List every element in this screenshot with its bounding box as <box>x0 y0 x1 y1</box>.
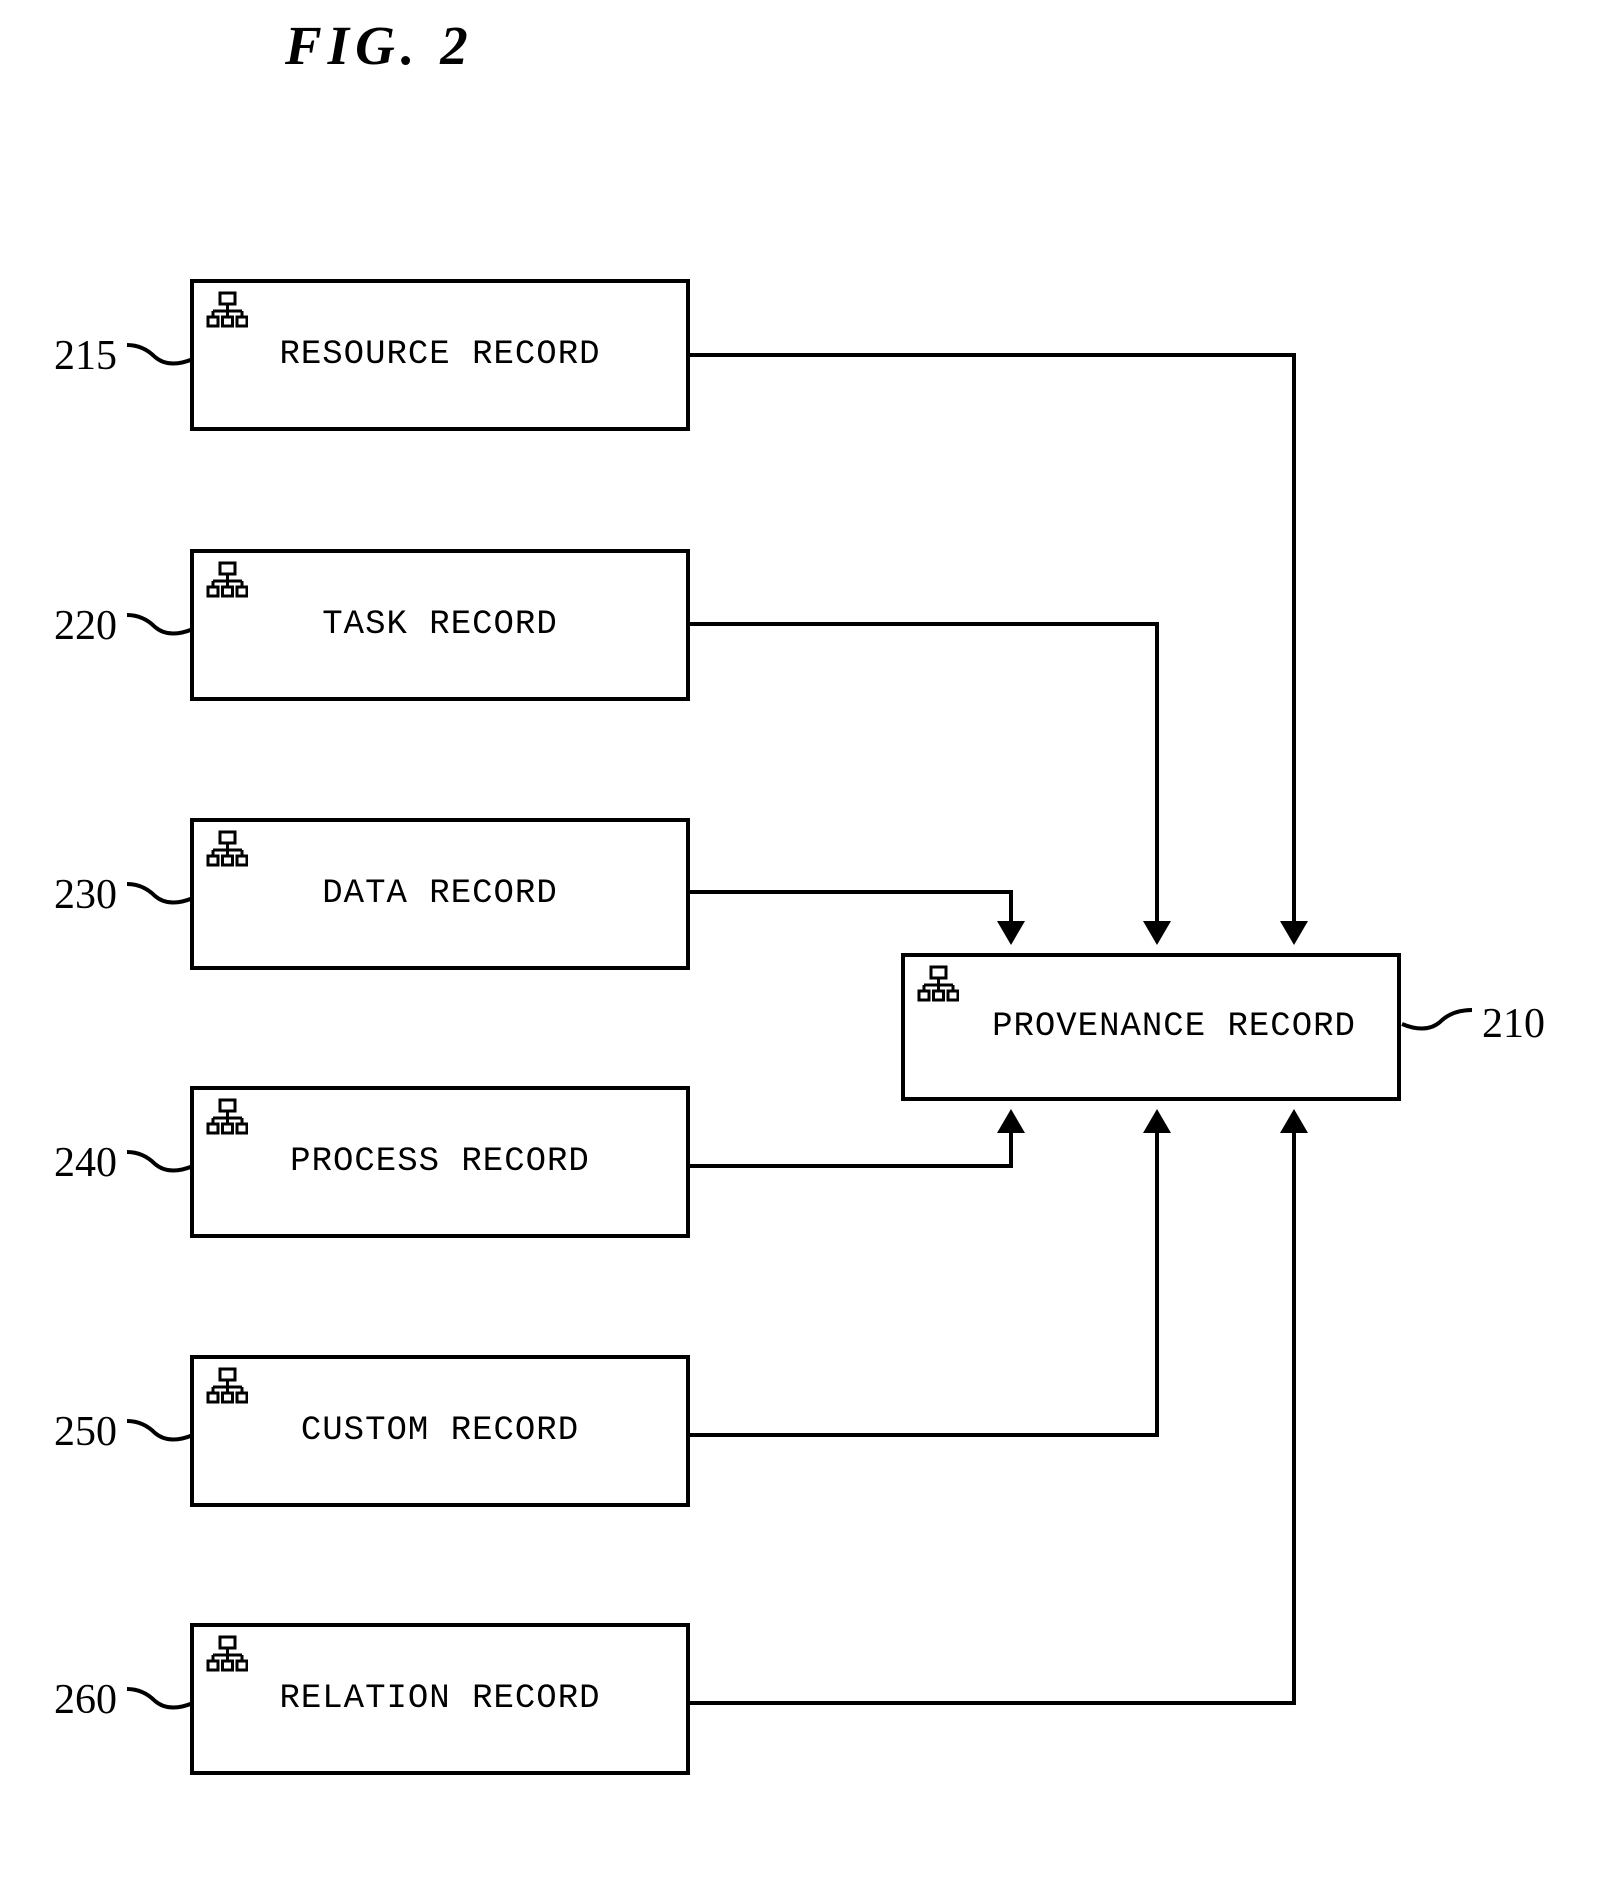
network-node-icon <box>206 830 248 867</box>
node-provenance-record-label: PROVENANCE RECORD <box>992 1008 1356 1046</box>
wire-task-vertical <box>1155 622 1159 921</box>
node-relation-record-label: RELATION RECORD <box>279 1680 601 1718</box>
wire-data-horizontal <box>690 890 1013 894</box>
wire-resource-horizontal <box>690 353 1296 357</box>
ref-number-220: 220 <box>54 603 117 649</box>
figure-title: FIG. 2 <box>285 15 474 76</box>
ref-number-250: 250 <box>54 1409 117 1455</box>
node-relation-record[interactable]: RELATION RECORD <box>190 1623 690 1775</box>
node-data-record-label: DATA RECORD <box>322 875 558 913</box>
node-task-record-label: TASK RECORD <box>322 606 558 644</box>
network-node-icon <box>206 1635 248 1672</box>
arrowhead-data-to-provenance <box>997 921 1025 945</box>
network-node-icon <box>206 1098 248 1135</box>
wire-relation-horizontal <box>690 1701 1296 1705</box>
wire-relation-vertical <box>1292 1133 1296 1701</box>
wire-custom-horizontal <box>690 1433 1159 1437</box>
leader-line-215 <box>126 343 194 366</box>
arrowhead-resource-to-provenance <box>1280 921 1308 945</box>
wire-data-vertical <box>1009 890 1013 921</box>
node-custom-record[interactable]: CUSTOM RECORD <box>190 1355 690 1507</box>
arrowhead-custom-to-provenance <box>1143 1109 1171 1133</box>
leader-line-260 <box>126 1687 194 1710</box>
node-resource-record[interactable]: RESOURCE RECORD <box>190 279 690 431</box>
leader-line-220 <box>126 613 194 636</box>
network-node-icon <box>917 965 959 1002</box>
ref-number-240: 240 <box>54 1140 117 1186</box>
node-provenance-record[interactable]: PROVENANCE RECORD <box>901 953 1401 1101</box>
ref-number-260: 260 <box>54 1677 117 1723</box>
node-custom-record-label: CUSTOM RECORD <box>300 1412 580 1450</box>
ref-number-215: 215 <box>54 333 117 379</box>
arrowhead-relation-to-provenance <box>1280 1109 1308 1133</box>
wire-custom-vertical <box>1155 1133 1159 1433</box>
wire-process-horizontal <box>690 1164 1013 1168</box>
leader-line-230 <box>126 882 194 905</box>
ref-number-210: 210 <box>1482 1001 1545 1047</box>
ref-number-230: 230 <box>54 872 117 918</box>
wire-task-horizontal <box>690 622 1159 626</box>
network-node-icon <box>206 1367 248 1404</box>
node-data-record[interactable]: DATA RECORD <box>190 818 690 970</box>
arrowhead-process-to-provenance <box>997 1109 1025 1133</box>
arrowhead-task-to-provenance <box>1143 921 1171 945</box>
leader-line-250 <box>126 1419 194 1442</box>
node-task-record[interactable]: TASK RECORD <box>190 549 690 701</box>
node-process-record-label: PROCESS RECORD <box>290 1143 590 1181</box>
network-node-icon <box>206 561 248 598</box>
leader-line-240 <box>126 1150 194 1173</box>
wire-process-vertical <box>1009 1133 1013 1164</box>
wire-resource-vertical <box>1292 353 1296 921</box>
network-node-icon <box>206 291 248 328</box>
node-process-record[interactable]: PROCESS RECORD <box>190 1086 690 1238</box>
leader-line-210 <box>1401 1008 1473 1031</box>
node-resource-record-label: RESOURCE RECORD <box>279 336 601 374</box>
